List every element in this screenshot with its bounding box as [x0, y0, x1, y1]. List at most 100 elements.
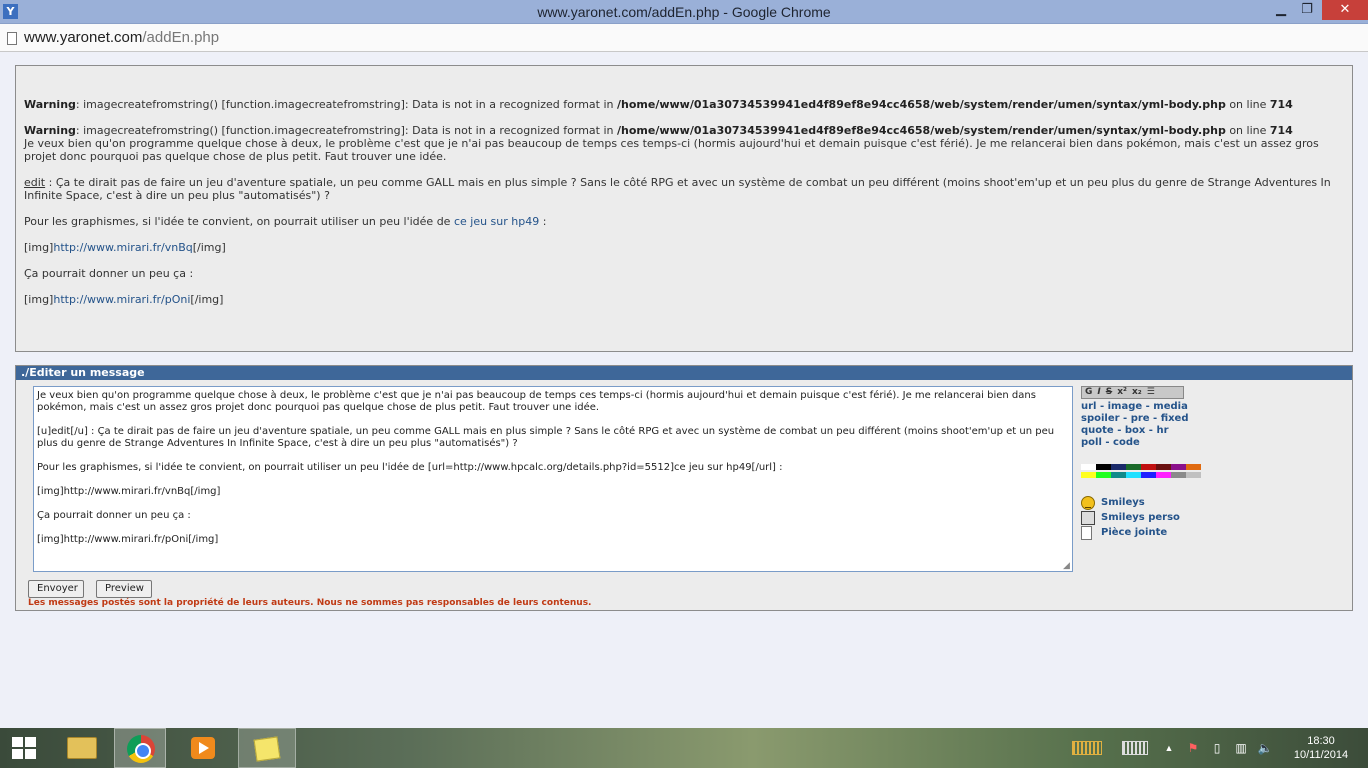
- tag-box[interactable]: box: [1125, 425, 1145, 436]
- color-swatch[interactable]: [1111, 472, 1126, 478]
- network-icon[interactable]: ▥: [1232, 740, 1250, 756]
- clock-date: 10/11/2014: [1293, 749, 1349, 761]
- italic-button[interactable]: I: [1097, 387, 1100, 398]
- tag-row-3: quote - box - hr: [1081, 425, 1231, 437]
- clock-time: 18:30: [1307, 735, 1335, 747]
- attachment-icon: [1081, 526, 1092, 540]
- warning-line-number: 714: [1269, 124, 1293, 137]
- img-tag-close: [/img]: [192, 241, 226, 254]
- smileys-perso-link[interactable]: Smileys perso: [1081, 511, 1231, 526]
- attachment-link[interactable]: Pièce jointe: [1081, 526, 1231, 541]
- tag-code[interactable]: code: [1113, 437, 1140, 448]
- color-swatch[interactable]: [1171, 472, 1186, 478]
- tag-poll[interactable]: poll: [1081, 437, 1102, 448]
- warning-label: Warning: [24, 98, 76, 111]
- warning-line-number: 714: [1269, 98, 1293, 111]
- img-tag-open: [img]: [24, 293, 54, 306]
- edit-message-panel: ./Editer un message ◢ G I S x² x₂ ☰ url …: [15, 365, 1353, 611]
- tag-image[interactable]: image: [1108, 401, 1143, 412]
- tag-spoiler[interactable]: spoiler: [1081, 413, 1120, 424]
- color-swatch[interactable]: [1171, 464, 1186, 470]
- url-path: /addEn.php: [142, 29, 220, 46]
- smileys-link[interactable]: Smileys: [1081, 496, 1231, 511]
- align-button[interactable]: ☰: [1147, 387, 1155, 398]
- img-tag-open: [img]: [24, 241, 54, 254]
- tag-sep: -: [1096, 401, 1108, 412]
- tag-pre[interactable]: pre: [1131, 413, 1150, 424]
- address-bar[interactable]: www.yaronet.com/addEn.php: [0, 24, 1368, 52]
- page-icon: [7, 32, 17, 45]
- color-swatch[interactable]: [1141, 464, 1156, 470]
- smileys-label: Smileys: [1101, 497, 1145, 508]
- device-icon[interactable]: ▯: [1208, 740, 1226, 756]
- keyboard-icon[interactable]: [1122, 741, 1148, 755]
- smiley-grid-icon: [1081, 511, 1095, 525]
- tag-sep: -: [1145, 425, 1157, 436]
- tag-url[interactable]: url: [1081, 401, 1096, 412]
- tag-row-4: poll - code: [1081, 437, 1231, 449]
- smileys-perso-label: Smileys perso: [1101, 512, 1180, 523]
- touch-keyboard-icon[interactable]: [1072, 741, 1102, 755]
- action-center-flag-icon[interactable]: ⚑: [1184, 740, 1202, 756]
- superscript-button[interactable]: x²: [1117, 387, 1127, 398]
- tag-sep: -: [1149, 413, 1161, 424]
- color-swatch[interactable]: [1126, 472, 1141, 478]
- subscript-button[interactable]: x₂: [1132, 387, 1142, 398]
- color-swatch[interactable]: [1186, 472, 1201, 478]
- preview-img-1: [img]http://www.mirari.fr/vnBq[/img]: [24, 241, 1346, 254]
- warning-message: : imagecreatefromstring() [function.imag…: [75, 124, 618, 137]
- tag-quote[interactable]: quote: [1081, 425, 1114, 436]
- tag-sep: -: [1101, 437, 1114, 448]
- warning-online: on line: [1225, 124, 1270, 137]
- preview-button[interactable]: Preview: [96, 580, 152, 598]
- color-swatch[interactable]: [1111, 464, 1126, 470]
- window-title: www.yaronet.com/addEn.php - Google Chrom…: [537, 4, 831, 20]
- window-title-bar: Y www.yaronet.com/addEn.php - Google Chr…: [0, 0, 1368, 24]
- color-swatch[interactable]: [1156, 472, 1171, 478]
- preview-paragraph-4: Ça pourrait donner un peu ça :: [24, 267, 194, 280]
- url-domain: www.yaronet.com: [24, 29, 143, 46]
- edit-underlined: edit: [24, 176, 46, 189]
- color-swatch[interactable]: [1141, 472, 1156, 478]
- color-swatch[interactable]: [1081, 464, 1096, 470]
- warning-message: : imagecreatefromstring() [function.imag…: [75, 98, 618, 111]
- preview-paragraph-3: Pour les graphismes, si l'idée te convie…: [24, 215, 1346, 228]
- maximize-button[interactable]: ❐: [1294, 0, 1320, 20]
- strike-button[interactable]: S: [1106, 387, 1112, 398]
- close-button[interactable]: ✕: [1322, 0, 1368, 20]
- color-swatch[interactable]: [1096, 472, 1111, 478]
- image-link-vnbq[interactable]: http://www.mirari.fr/vnBq: [53, 241, 192, 254]
- preview-text: Pour les graphismes, si l'idée te convie…: [24, 215, 454, 228]
- preview-paragraph-1: Je veux bien qu'on programme quelque cho…: [24, 137, 1319, 163]
- hp49-game-link[interactable]: ce jeu sur hp49: [454, 215, 539, 228]
- color-palette: [1081, 464, 1201, 478]
- bold-button[interactable]: G: [1085, 387, 1092, 398]
- warning-line-2: Warning: imagecreatefromstring() [functi…: [24, 124, 1346, 137]
- volume-icon[interactable]: 🔈: [1256, 740, 1274, 756]
- warning-label: Warning: [24, 124, 76, 137]
- tag-sep: -: [1142, 401, 1154, 412]
- resize-grip-icon[interactable]: ◢: [1063, 562, 1072, 571]
- img-tag-close: [/img]: [190, 293, 224, 306]
- image-link-poni[interactable]: http://www.mirari.fr/pOni: [53, 293, 190, 306]
- warning-online: on line: [1225, 98, 1270, 111]
- color-swatch[interactable]: [1126, 464, 1141, 470]
- minimize-button[interactable]: ▁: [1268, 0, 1294, 20]
- tag-fixed[interactable]: fixed: [1161, 413, 1189, 424]
- color-swatch[interactable]: [1156, 464, 1171, 470]
- preview-edit-text: : Ça te dirait pas de faire un jeu d'ave…: [24, 176, 1331, 202]
- clock[interactable]: 18:30 10/11/2014: [1290, 734, 1352, 762]
- send-button[interactable]: Envoyer: [28, 580, 84, 598]
- message-textarea[interactable]: [33, 386, 1073, 572]
- preview-content: Warning: imagecreatefromstring() [functi…: [24, 98, 1346, 306]
- color-swatch[interactable]: [1096, 464, 1111, 470]
- side-links: Smileys Smileys perso Pièce jointe: [1081, 496, 1231, 541]
- url-text[interactable]: www.yaronet.com/addEn.php: [24, 29, 219, 46]
- tag-media[interactable]: media: [1153, 401, 1188, 412]
- editor-header: ./Editer un message: [16, 366, 1352, 380]
- tag-row-1: url - image - media: [1081, 401, 1231, 413]
- color-swatch[interactable]: [1186, 464, 1201, 470]
- tag-hr[interactable]: hr: [1156, 425, 1168, 436]
- show-hidden-icons[interactable]: ▲: [1160, 740, 1178, 756]
- color-swatch[interactable]: [1081, 472, 1096, 478]
